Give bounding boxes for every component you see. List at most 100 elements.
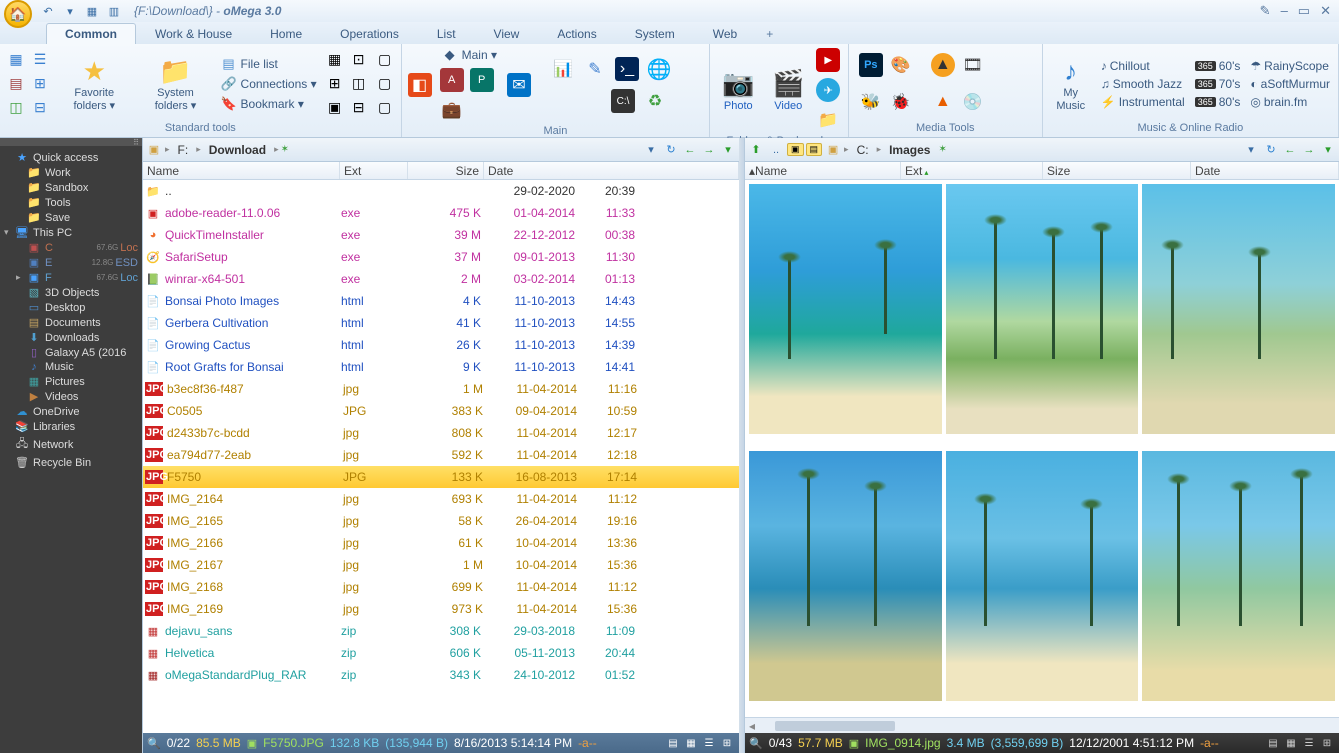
thumb-item[interactable]	[749, 184, 942, 434]
grid-view-icon[interactable]: ▦	[6, 50, 26, 70]
reload-button-r[interactable]: ↻	[1262, 141, 1280, 159]
tree-work[interactable]: 📁Work	[2, 165, 140, 180]
tree-c[interactable]: ▣C67.6GLoc	[2, 240, 140, 255]
thumb-item[interactable]	[1142, 184, 1335, 434]
tree-quick-access[interactable]: ★Quick access	[2, 150, 140, 165]
tab-common[interactable]: Common	[46, 23, 136, 44]
thumb-view-icon[interactable]: ⊞	[30, 74, 50, 94]
view-btn-4[interactable]: ⊞	[719, 736, 735, 750]
file-row[interactable]: JPGIMG_2166jpg61 K10-04-201413:36	[143, 532, 739, 554]
filelist-button[interactable]: ▤File list	[217, 55, 321, 73]
tab-web[interactable]: Web	[694, 23, 756, 44]
view-btn-r1[interactable]: ▤	[1265, 736, 1281, 750]
radio-brain-fm[interactable]: ◎brain.fm	[1246, 95, 1334, 109]
tool-icon-3[interactable]: ⊞	[325, 74, 345, 94]
radio-rainyscope[interactable]: ☂RainyScope	[1246, 59, 1334, 73]
thumb-item[interactable]	[946, 451, 1139, 701]
palette-icon[interactable]: 🎨	[889, 53, 913, 77]
tab-actions[interactable]: Actions	[538, 23, 615, 44]
tree-3d-objects[interactable]: ▧3D Objects	[2, 285, 140, 300]
col-ext[interactable]: Ext	[340, 162, 408, 179]
photoshop-icon[interactable]: Ps	[859, 53, 883, 77]
misc-icon-1[interactable]: ▢	[375, 50, 395, 70]
powershell-icon[interactable]: ›_	[615, 57, 639, 81]
radio-chillout[interactable]: ♪Chillout	[1097, 59, 1189, 73]
back-button-r[interactable]: ←	[1281, 141, 1299, 159]
file-row[interactable]: JPGIMG_2168jpg699 K11-04-201411:12	[143, 576, 739, 598]
main-dropdown[interactable]: ◆Main ▾	[438, 46, 501, 64]
r-badge-2[interactable]: ▤	[806, 143, 823, 156]
file-row[interactable]: JPGb3ec8f36-f487jpg1 M11-04-201411:16	[143, 378, 739, 400]
file-row[interactable]: ▦dejavu_sanszip308 K29-03-201811:09	[143, 620, 739, 642]
drive-icon[interactable]: ▣	[145, 141, 163, 159]
minimize-button[interactable]: –	[1281, 3, 1288, 19]
view-btn-r4[interactable]: ⊞	[1319, 736, 1335, 750]
file-row[interactable]: JPGIMG_2167jpg1 M10-04-201415:36	[143, 554, 739, 576]
tab-operations[interactable]: Operations	[321, 23, 418, 44]
reload-button[interactable]: ↻	[662, 141, 680, 159]
radio-badge-60's[interactable]: 36560's	[1191, 59, 1245, 73]
qat-undo[interactable]: ↶	[40, 3, 56, 19]
my-music-button[interactable]: ♪My Music	[1047, 53, 1095, 113]
tab-work-house[interactable]: Work & House	[136, 23, 251, 44]
mpc-icon[interactable]: 🎞	[961, 53, 985, 77]
tree-music[interactable]: ♪Music	[2, 360, 140, 374]
bookmark-button[interactable]: 🔖Bookmark ▾	[217, 95, 321, 113]
icon-view-icon[interactable]: ◫	[6, 98, 26, 118]
radio-badge-70's[interactable]: 36570's	[1191, 77, 1245, 91]
tree-libraries[interactable]: 📚Libraries	[2, 419, 140, 434]
tree-tools[interactable]: 📁Tools	[2, 195, 140, 210]
tab-system[interactable]: System	[616, 23, 694, 44]
tree-view-icon[interactable]: ⊟	[30, 98, 50, 118]
col-size-r[interactable]: Size	[1043, 162, 1191, 179]
radio-instrumental[interactable]: ⚡Instrumental	[1097, 95, 1189, 109]
tree-f[interactable]: ▸▣F67.6GLoc	[2, 270, 140, 285]
misc-icon-2[interactable]: ▢	[375, 74, 395, 94]
tab-home[interactable]: Home	[251, 23, 321, 44]
file-row[interactable]: JPGIMG_2164jpg693 K11-04-201411:12	[143, 488, 739, 510]
tree-documents[interactable]: ▤Documents	[2, 315, 140, 330]
youtube-icon[interactable]: ▶	[816, 48, 840, 72]
up-folder-icon[interactable]: ⬆	[747, 141, 765, 159]
qat-db-icon[interactable]: ▥	[106, 3, 122, 19]
tab-list[interactable]: List	[418, 23, 475, 44]
publisher-icon[interactable]: P	[470, 68, 494, 92]
close-button[interactable]: ✕	[1320, 3, 1331, 19]
tree-desktop[interactable]: ▭Desktop	[2, 300, 140, 315]
tree-sandbox[interactable]: 📁Sandbox	[2, 180, 140, 195]
photo-folder[interactable]: 📷Photo	[714, 66, 762, 114]
file-row[interactable]: 📄Root Grafts for Bonsaihtml9 K11-10-2013…	[143, 356, 739, 378]
tree-downloads[interactable]: ⬇Downloads	[2, 330, 140, 345]
file-row[interactable]: ▦Helveticazip606 K05-11-201320:44	[143, 642, 739, 664]
file-list[interactable]: 📁..29-02-202020:39▣adobe-reader-11.0.06e…	[143, 180, 739, 733]
radio-badge-80's[interactable]: 36580's	[1191, 95, 1245, 109]
radio-asoftmurmur[interactable]: ◐aSoftMurmur	[1246, 77, 1334, 91]
file-row[interactable]: ▦oMegaStandardPlug_RARzip343 K24-10-2012…	[143, 664, 739, 686]
file-row[interactable]: JPGC0505JPG383 K09-04-201410:59	[143, 400, 739, 422]
thumb-item[interactable]	[749, 451, 942, 701]
aimp-icon[interactable]: ▲	[931, 53, 955, 77]
col-size[interactable]: Size	[408, 162, 484, 179]
tree-save[interactable]: 📁Save	[2, 210, 140, 225]
tool-icon-2[interactable]: ⊡	[349, 50, 369, 70]
add-tab-button[interactable]: +	[756, 24, 783, 44]
view-btn-r2[interactable]: ▦	[1283, 736, 1299, 750]
bee-icon[interactable]: 🐝	[859, 90, 883, 114]
file-row[interactable]: JPGea794d77-2eabjpg592 K11-04-201412:18	[143, 444, 739, 466]
cmd-icon[interactable]: C:\	[611, 89, 635, 113]
radio-smooth-jazz[interactable]: ♫Smooth Jazz	[1097, 77, 1189, 91]
maximize-button[interactable]: ▭	[1298, 3, 1310, 19]
disc-icon[interactable]: 💿	[961, 90, 985, 114]
file-row[interactable]: 📄Gerbera Cultivationhtml41 K11-10-201314…	[143, 312, 739, 334]
tab-view[interactable]: View	[475, 23, 539, 44]
file-row[interactable]: 📄Growing Cactushtml26 K11-10-201314:39	[143, 334, 739, 356]
h-scrollbar[interactable]: ◂	[745, 717, 1339, 733]
col-name-r[interactable]: ▴Name	[745, 162, 901, 179]
tool-icon-6[interactable]: ⊟	[349, 98, 369, 118]
addr-dropdown-r[interactable]: ▾	[1242, 141, 1260, 159]
globe-icon[interactable]: 🌐	[647, 57, 671, 81]
crumb-images[interactable]: Images	[883, 141, 936, 159]
forward-button-r[interactable]: →	[1300, 141, 1318, 159]
view-btn-3[interactable]: ☰	[701, 736, 717, 750]
col-date[interactable]: Date	[484, 162, 739, 179]
